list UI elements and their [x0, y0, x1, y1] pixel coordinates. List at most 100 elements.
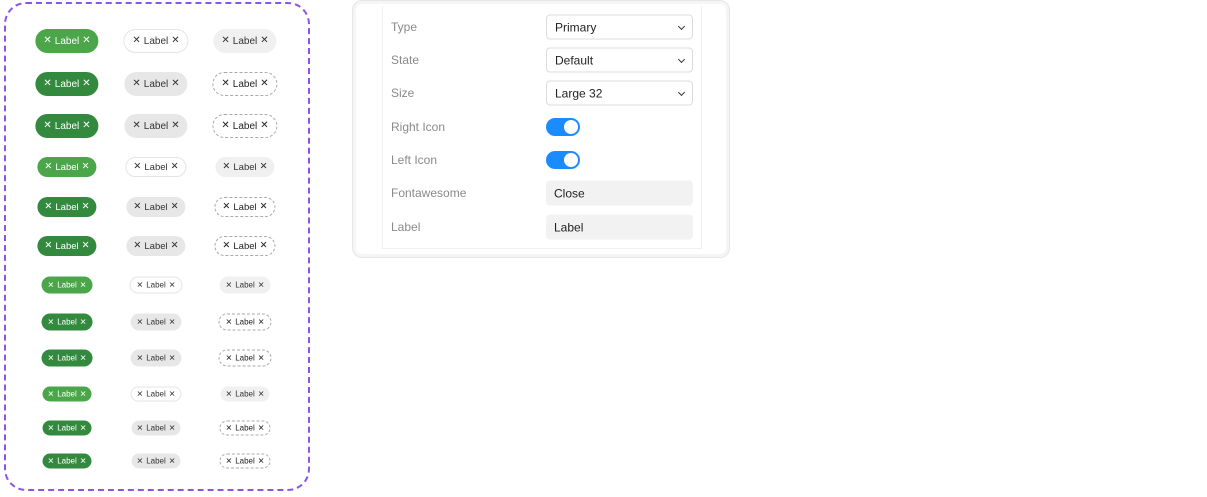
close-icon[interactable]: ✕: [222, 202, 230, 212]
close-icon[interactable]: ✕: [82, 241, 90, 251]
tag-chip[interactable]: ✕ Label ✕: [130, 386, 182, 402]
tag-chip[interactable]: ✕ Label ✕: [219, 453, 271, 469]
tag-chip[interactable]: ✕ Label ✕: [41, 276, 93, 294]
tag-chip[interactable]: ✕ Label ✕: [131, 453, 181, 469]
close-icon[interactable]: ✕: [43, 79, 51, 89]
tag-chip[interactable]: ✕ Label ✕: [212, 114, 278, 138]
close-icon[interactable]: ✕: [169, 457, 176, 465]
close-icon[interactable]: ✕: [258, 390, 265, 398]
close-icon[interactable]: ✕: [258, 424, 265, 432]
close-icon[interactable]: ✕: [137, 424, 144, 432]
tag-chip[interactable]: ✕ Label ✕: [130, 313, 182, 331]
close-icon[interactable]: ✕: [133, 162, 141, 172]
close-icon[interactable]: ✕: [260, 241, 268, 251]
tag-chip[interactable]: ✕ Label ✕: [212, 72, 278, 96]
close-icon[interactable]: ✕: [133, 241, 141, 251]
close-icon[interactable]: ✕: [48, 281, 55, 289]
close-icon[interactable]: ✕: [226, 457, 233, 465]
tag-chip[interactable]: ✕ Label ✕: [37, 157, 97, 177]
close-icon[interactable]: ✕: [43, 121, 51, 131]
tag-chip[interactable]: ✕ Label ✕: [37, 236, 97, 256]
size-select[interactable]: Large 32: [546, 80, 693, 106]
close-icon[interactable]: ✕: [226, 318, 233, 326]
close-icon[interactable]: ✕: [137, 281, 144, 289]
close-icon[interactable]: ✕: [260, 121, 268, 131]
close-icon[interactable]: ✕: [226, 281, 233, 289]
close-icon[interactable]: ✕: [171, 79, 179, 89]
tag-chip[interactable]: ✕ Label ✕: [130, 349, 182, 367]
tag-chip[interactable]: ✕ Label ✕: [218, 313, 272, 331]
close-icon[interactable]: ✕: [258, 457, 265, 465]
close-icon[interactable]: ✕: [258, 281, 265, 289]
tag-chip[interactable]: ✕ Label ✕: [42, 386, 92, 402]
tag-chip[interactable]: ✕ Label ✕: [37, 197, 97, 217]
close-icon[interactable]: ✕: [80, 318, 87, 326]
close-icon[interactable]: ✕: [48, 457, 55, 465]
close-icon[interactable]: ✕: [222, 241, 230, 251]
tag-chip[interactable]: ✕ Label ✕: [41, 313, 93, 331]
close-icon[interactable]: ✕: [82, 79, 90, 89]
tag-chip[interactable]: ✕ Label ✕: [126, 236, 186, 256]
tag-chip[interactable]: ✕ Label ✕: [126, 197, 186, 217]
close-icon[interactable]: ✕: [82, 36, 90, 46]
close-icon[interactable]: ✕: [226, 390, 233, 398]
close-icon[interactable]: ✕: [48, 354, 55, 362]
close-icon[interactable]: ✕: [260, 202, 268, 212]
close-icon[interactable]: ✕: [132, 36, 140, 46]
close-icon[interactable]: ✕: [44, 241, 52, 251]
close-icon[interactable]: ✕: [132, 121, 140, 131]
close-icon[interactable]: ✕: [169, 318, 176, 326]
close-icon[interactable]: ✕: [171, 121, 179, 131]
close-icon[interactable]: ✕: [82, 121, 90, 131]
close-icon[interactable]: ✕: [48, 390, 55, 398]
close-icon[interactable]: ✕: [171, 36, 179, 46]
close-icon[interactable]: ✕: [80, 354, 87, 362]
close-icon[interactable]: ✕: [226, 354, 233, 362]
tag-chip[interactable]: ✕ Label ✕: [35, 29, 99, 53]
close-icon[interactable]: ✕: [43, 36, 51, 46]
close-icon[interactable]: ✕: [137, 390, 144, 398]
close-icon[interactable]: ✕: [82, 162, 90, 172]
close-icon[interactable]: ✕: [137, 457, 144, 465]
close-icon[interactable]: ✕: [80, 457, 87, 465]
close-icon[interactable]: ✕: [260, 79, 268, 89]
close-icon[interactable]: ✕: [137, 318, 144, 326]
tag-chip[interactable]: ✕ Label ✕: [214, 236, 276, 256]
tag-chip[interactable]: ✕ Label ✕: [41, 349, 93, 367]
close-icon[interactable]: ✕: [221, 36, 229, 46]
close-icon[interactable]: ✕: [169, 281, 176, 289]
close-icon[interactable]: ✕: [258, 318, 265, 326]
tag-chip[interactable]: ✕ Label ✕: [218, 349, 272, 367]
close-icon[interactable]: ✕: [48, 424, 55, 432]
state-select[interactable]: Default: [546, 47, 693, 73]
close-icon[interactable]: ✕: [80, 424, 87, 432]
type-select[interactable]: Primary: [546, 14, 693, 40]
close-icon[interactable]: ✕: [226, 424, 233, 432]
close-icon[interactable]: ✕: [171, 241, 179, 251]
close-icon[interactable]: ✕: [80, 281, 87, 289]
tag-chip[interactable]: ✕ Label ✕: [215, 157, 275, 177]
close-icon[interactable]: ✕: [169, 424, 176, 432]
close-icon[interactable]: ✕: [221, 79, 229, 89]
tag-chip[interactable]: ✕ Label ✕: [219, 276, 271, 294]
close-icon[interactable]: ✕: [169, 390, 176, 398]
close-icon[interactable]: ✕: [133, 202, 141, 212]
tag-chip[interactable]: ✕ Label ✕: [129, 276, 183, 294]
tag-chip[interactable]: ✕ Label ✕: [124, 72, 188, 96]
tag-chip[interactable]: ✕ Label ✕: [35, 114, 99, 138]
close-icon[interactable]: ✕: [222, 162, 230, 172]
tag-chip[interactable]: ✕ Label ✕: [42, 420, 92, 436]
close-icon[interactable]: ✕: [221, 121, 229, 131]
close-icon[interactable]: ✕: [44, 162, 52, 172]
tag-chip[interactable]: ✕ Label ✕: [125, 157, 187, 177]
close-icon[interactable]: ✕: [80, 390, 87, 398]
tag-chip[interactable]: ✕ Label ✕: [123, 29, 189, 53]
close-icon[interactable]: ✕: [48, 318, 55, 326]
close-icon[interactable]: ✕: [44, 202, 52, 212]
right-icon-toggle[interactable]: [546, 118, 580, 136]
tag-chip[interactable]: ✕ Label ✕: [213, 29, 277, 53]
close-icon[interactable]: ✕: [171, 162, 179, 172]
tag-chip[interactable]: ✕ Label ✕: [35, 72, 99, 96]
label-input[interactable]: Label: [546, 214, 693, 240]
close-icon[interactable]: ✕: [169, 354, 176, 362]
